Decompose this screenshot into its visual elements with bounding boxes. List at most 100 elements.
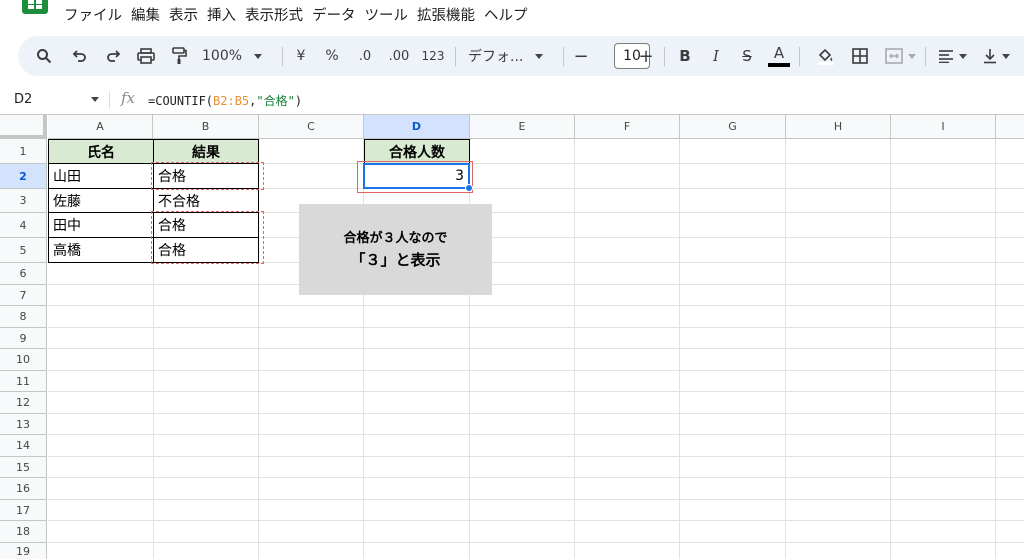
zoom-value: 100%	[202, 48, 243, 64]
cell-a1-header-name[interactable]: 氏名	[48, 139, 154, 164]
spreadsheet-grid: A B C D E F G H I 1 2 3 4 5 6 7 8 9 10 1…	[0, 114, 1024, 559]
strikethrough-button[interactable]: S	[736, 36, 758, 76]
decrease-decimal-label: .0	[358, 48, 372, 64]
menu-help[interactable]: ヘルプ	[482, 6, 535, 26]
menu-edit[interactable]: 編集	[129, 6, 167, 26]
toolbar-divider	[563, 47, 564, 66]
name-box[interactable]: D2	[14, 92, 32, 107]
row-header-14[interactable]: 14	[0, 435, 47, 457]
merge-cells-icon[interactable]	[880, 36, 920, 76]
fx-icon: fx	[121, 89, 136, 107]
row-header-12[interactable]: 12	[0, 392, 47, 414]
row-header-16[interactable]: 16	[0, 478, 47, 500]
decrease-decimal-button[interactable]: .0	[352, 36, 378, 76]
decrease-font-size-icon[interactable]: −	[571, 36, 591, 76]
column-header-c[interactable]: C	[259, 115, 364, 139]
chevron-down-icon	[958, 53, 967, 59]
gridline	[48, 391, 1024, 392]
percent-format-button[interactable]: %	[321, 36, 343, 76]
gridline	[48, 456, 1024, 457]
menu-tools[interactable]: ツール	[363, 6, 416, 26]
cell-b3[interactable]: 不合格	[153, 188, 259, 213]
toolbar: 100% ¥ % .0 .00 123 デフォ... − 10 + B I S …	[18, 36, 1024, 76]
menu-file[interactable]: ファイル	[64, 6, 129, 26]
menu-insert[interactable]: 挿入	[205, 6, 243, 26]
column-header-b[interactable]: B	[153, 115, 259, 139]
redo-icon[interactable]	[101, 36, 125, 76]
column-header-h[interactable]: H	[786, 115, 891, 139]
currency-format-button[interactable]: ¥	[290, 36, 312, 76]
row-header-15[interactable]: 15	[0, 457, 47, 478]
increase-decimal-label: .00	[388, 48, 410, 64]
row-header-3[interactable]: 3	[0, 189, 47, 213]
sheets-logo-icon[interactable]	[22, 0, 48, 14]
highlight-b2	[151, 162, 264, 190]
row-header-19[interactable]: 19	[0, 543, 47, 559]
menu-data[interactable]: データ	[310, 6, 363, 26]
gridline	[48, 305, 1024, 306]
zoom-select[interactable]: 100%	[202, 36, 270, 76]
column-header-e[interactable]: E	[470, 115, 575, 139]
increase-font-size-icon[interactable]: +	[636, 36, 656, 76]
fill-handle[interactable]	[465, 184, 473, 192]
row-header-9[interactable]: 9	[0, 328, 47, 349]
gridline	[48, 413, 1024, 414]
borders-icon[interactable]	[848, 36, 872, 76]
row-header-2[interactable]: 2	[0, 164, 47, 189]
column-header-g[interactable]: G	[680, 115, 786, 139]
toolbar-divider	[282, 47, 283, 66]
vertical-align-icon[interactable]	[978, 36, 1014, 76]
gridline	[890, 139, 891, 559]
cell-a3[interactable]: 佐藤	[48, 188, 154, 213]
formula-prefix: =COUNTIF(	[148, 94, 214, 108]
menu-extensions[interactable]: 拡張機能	[415, 6, 482, 26]
bold-button[interactable]: B	[674, 36, 696, 76]
cell-b1-header-result[interactable]: 結果	[153, 139, 259, 164]
row-header-11[interactable]: 11	[0, 371, 47, 392]
font-family-select[interactable]: デフォ...	[468, 36, 552, 76]
row-header-8[interactable]: 8	[0, 306, 47, 328]
chevron-down-icon[interactable]	[91, 97, 99, 102]
row-header-17[interactable]: 17	[0, 500, 47, 521]
menu-view[interactable]: 表示	[167, 6, 205, 26]
formula-suffix: )	[294, 94, 303, 108]
column-header-f[interactable]: F	[575, 115, 680, 139]
fill-color-icon[interactable]	[814, 36, 838, 76]
undo-icon[interactable]	[68, 36, 92, 76]
gridline	[48, 477, 1024, 478]
cell-a2[interactable]: 山田	[48, 163, 154, 189]
column-header-partial	[996, 115, 1024, 139]
italic-button[interactable]: I	[705, 36, 727, 76]
select-all-corner[interactable]	[0, 115, 47, 139]
number-format-button[interactable]: 123	[419, 36, 447, 76]
toolbar-divider	[925, 47, 926, 66]
gridline	[48, 542, 1024, 543]
search-icon[interactable]	[32, 36, 56, 76]
column-header-a[interactable]: A	[48, 115, 153, 139]
row-header-10[interactable]: 10	[0, 349, 47, 371]
gridline	[574, 139, 575, 559]
gridline	[48, 348, 1024, 349]
row-header-7[interactable]: 7	[0, 285, 47, 306]
menu-format[interactable]: 表示形式	[243, 6, 310, 26]
row-header-6[interactable]: 6	[0, 263, 47, 285]
gridline	[48, 499, 1024, 500]
paint-format-icon[interactable]	[167, 36, 191, 76]
row-header-5[interactable]: 5	[0, 238, 47, 263]
horizontal-align-icon[interactable]	[934, 36, 970, 76]
column-header-d[interactable]: D	[364, 115, 470, 139]
row-header-1[interactable]: 1	[0, 139, 47, 164]
increase-decimal-button[interactable]: .00	[384, 36, 414, 76]
cell-a5[interactable]: 高橋	[48, 237, 154, 263]
row-header-18[interactable]: 18	[0, 521, 47, 543]
menu-bar: ファイル 編集 表示 挿入 表示形式 データ ツール 拡張機能 ヘルプ	[0, 0, 1024, 34]
row-header-4[interactable]: 4	[0, 213, 47, 238]
cell-a4[interactable]: 田中	[48, 212, 154, 238]
formula-input[interactable]: =COUNTIF(B2:B5,"合格")	[148, 92, 302, 109]
print-icon[interactable]	[134, 36, 158, 76]
callout-line-1: 合格が３人なので	[343, 230, 448, 246]
column-header-i[interactable]: I	[891, 115, 996, 139]
formula-string: "合格"	[256, 94, 295, 108]
text-color-button[interactable]: A	[767, 36, 791, 76]
row-header-13[interactable]: 13	[0, 414, 47, 435]
